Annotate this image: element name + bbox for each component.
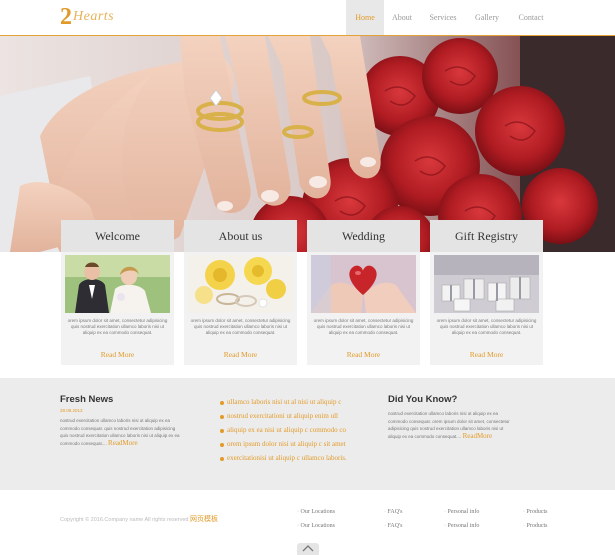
footer-column-faq: FAQ's FAQ's — [384, 505, 403, 533]
feature-title: Gift Registry — [430, 220, 543, 252]
fresh-news-text: nostrud exercitation ullamco laboris nis… — [60, 417, 180, 447]
list-item-label: ullamco laboris nisi ut al nisi ut aliqu… — [227, 398, 342, 406]
gift-boxes-image — [434, 255, 539, 313]
list-item-label: nostrud exercitationi ut aliquip enim ul… — [227, 412, 339, 420]
footer-link[interactable]: Our Locations — [297, 505, 336, 519]
feature-about-us: About us orem ipsum dolor sit amet, cons… — [184, 220, 297, 365]
template-link[interactable]: 网页模板 — [190, 516, 218, 523]
read-more-link[interactable]: Read More — [184, 350, 297, 359]
footer-link[interactable]: Personal info — [444, 519, 480, 533]
read-more-link[interactable]: Read More — [61, 350, 174, 359]
site-logo[interactable]: 2 Hearts — [60, 4, 115, 30]
list-item[interactable]: orem ipsum dolor nisi ut aliquip c sit a… — [220, 440, 370, 449]
list-item-label: exercitationisi ut aliquip c ullamco lab… — [227, 454, 347, 462]
feature-text: orem ipsum dolor sit amet, consectetur a… — [67, 318, 168, 335]
read-more-link[interactable]: Read More — [430, 350, 543, 359]
list-item[interactable]: ullamco laboris nisi ut al nisi ut aliqu… — [220, 398, 370, 407]
feature-text: orem ipsum dolor sit amet, consectetur a… — [313, 318, 414, 335]
nav-contact[interactable]: Contact — [508, 0, 554, 35]
copyright-text: Copyright © 2016.Company name All rights… — [60, 517, 189, 523]
list-item-label: orem ipsum dolor nisi ut aliquip c sit a… — [227, 440, 346, 448]
news-date: 28.08.2013 — [60, 408, 83, 413]
logo-text: Hearts — [73, 9, 115, 24]
main-nav: Home About Services Gallery Contact — [346, 0, 554, 35]
bullet-icon — [220, 457, 224, 461]
nav-services[interactable]: Services — [420, 0, 466, 35]
fresh-news-title: Fresh News — [60, 394, 114, 405]
feature-text: orem ipsum dolor sit amet, consectetur a… — [436, 318, 537, 335]
bullet-icon — [220, 401, 224, 405]
feature-gift-registry: Gift Registry orem ipsum dolor sit amet,… — [430, 220, 543, 365]
feature-title: About us — [184, 220, 297, 252]
read-more-link[interactable]: Read More — [307, 350, 420, 359]
did-you-know-text: nostrud exercitation ullamco laboris nis… — [388, 410, 513, 440]
list-item[interactable]: nostrud exercitationi ut aliquip enim ul… — [220, 412, 370, 421]
did-you-know-title: Did You Know? — [388, 394, 458, 405]
footer-link[interactable]: Personal info — [444, 505, 480, 519]
list-item-label: aliquip ex ea nisi ut aliquip c commodo … — [227, 426, 346, 434]
logo-mark: 2 — [60, 4, 72, 30]
site-header: 2 Hearts Home About Services Gallery Con… — [0, 0, 615, 35]
footer-column-products: Products Products — [523, 505, 548, 533]
nav-about[interactable]: About — [384, 0, 420, 35]
copyright: Copyright © 2016.Company name All rights… — [60, 514, 218, 524]
bullet-icon — [220, 443, 224, 447]
footer-link[interactable]: Products — [523, 519, 548, 533]
bullet-icon — [220, 415, 224, 419]
footer-link[interactable]: Our Locations — [297, 519, 336, 533]
nav-home[interactable]: Home — [346, 0, 384, 35]
scroll-to-top-button[interactable] — [297, 543, 319, 555]
chevron-up-icon — [302, 545, 314, 552]
feature-welcome: Welcome orem ipsum dolor sit amet, conse… — [61, 220, 174, 365]
footer-column-personal: Personal info Personal info — [444, 505, 480, 533]
footer-column-locations: Our Locations Our Locations — [297, 505, 336, 533]
bullet-icon — [220, 429, 224, 433]
did-you-know-read-more[interactable]: ReadMore — [463, 432, 493, 440]
site-footer: Copyright © 2016.Company name All rights… — [0, 490, 615, 545]
hands-heart-image — [311, 255, 416, 313]
list-item[interactable]: aliquip ex ea nisi ut aliquip c commodo … — [220, 426, 370, 435]
footer-link[interactable]: FAQ's — [384, 505, 403, 519]
feature-text: orem ipsum dolor sit amet, consectetur a… — [190, 318, 291, 335]
nav-gallery[interactable]: Gallery — [466, 0, 508, 35]
footer-link[interactable]: Products — [523, 505, 548, 519]
news-list: ullamco laboris nisi ut al nisi ut aliqu… — [220, 398, 370, 468]
fresh-news-read-more[interactable]: ReadMore — [108, 439, 138, 447]
yellow-roses-image — [188, 255, 293, 313]
feature-title: Wedding — [307, 220, 420, 252]
feature-wedding: Wedding orem ipsum dolor sit amet, conse… — [307, 220, 420, 365]
footer-link[interactable]: FAQ's — [384, 519, 403, 533]
bride-groom-image — [65, 255, 170, 313]
info-band: Fresh News 28.08.2013 nostrud exercitati… — [0, 378, 615, 490]
feature-title: Welcome — [61, 220, 174, 252]
list-item[interactable]: exercitationisi ut aliquip c ullamco lab… — [220, 454, 370, 463]
